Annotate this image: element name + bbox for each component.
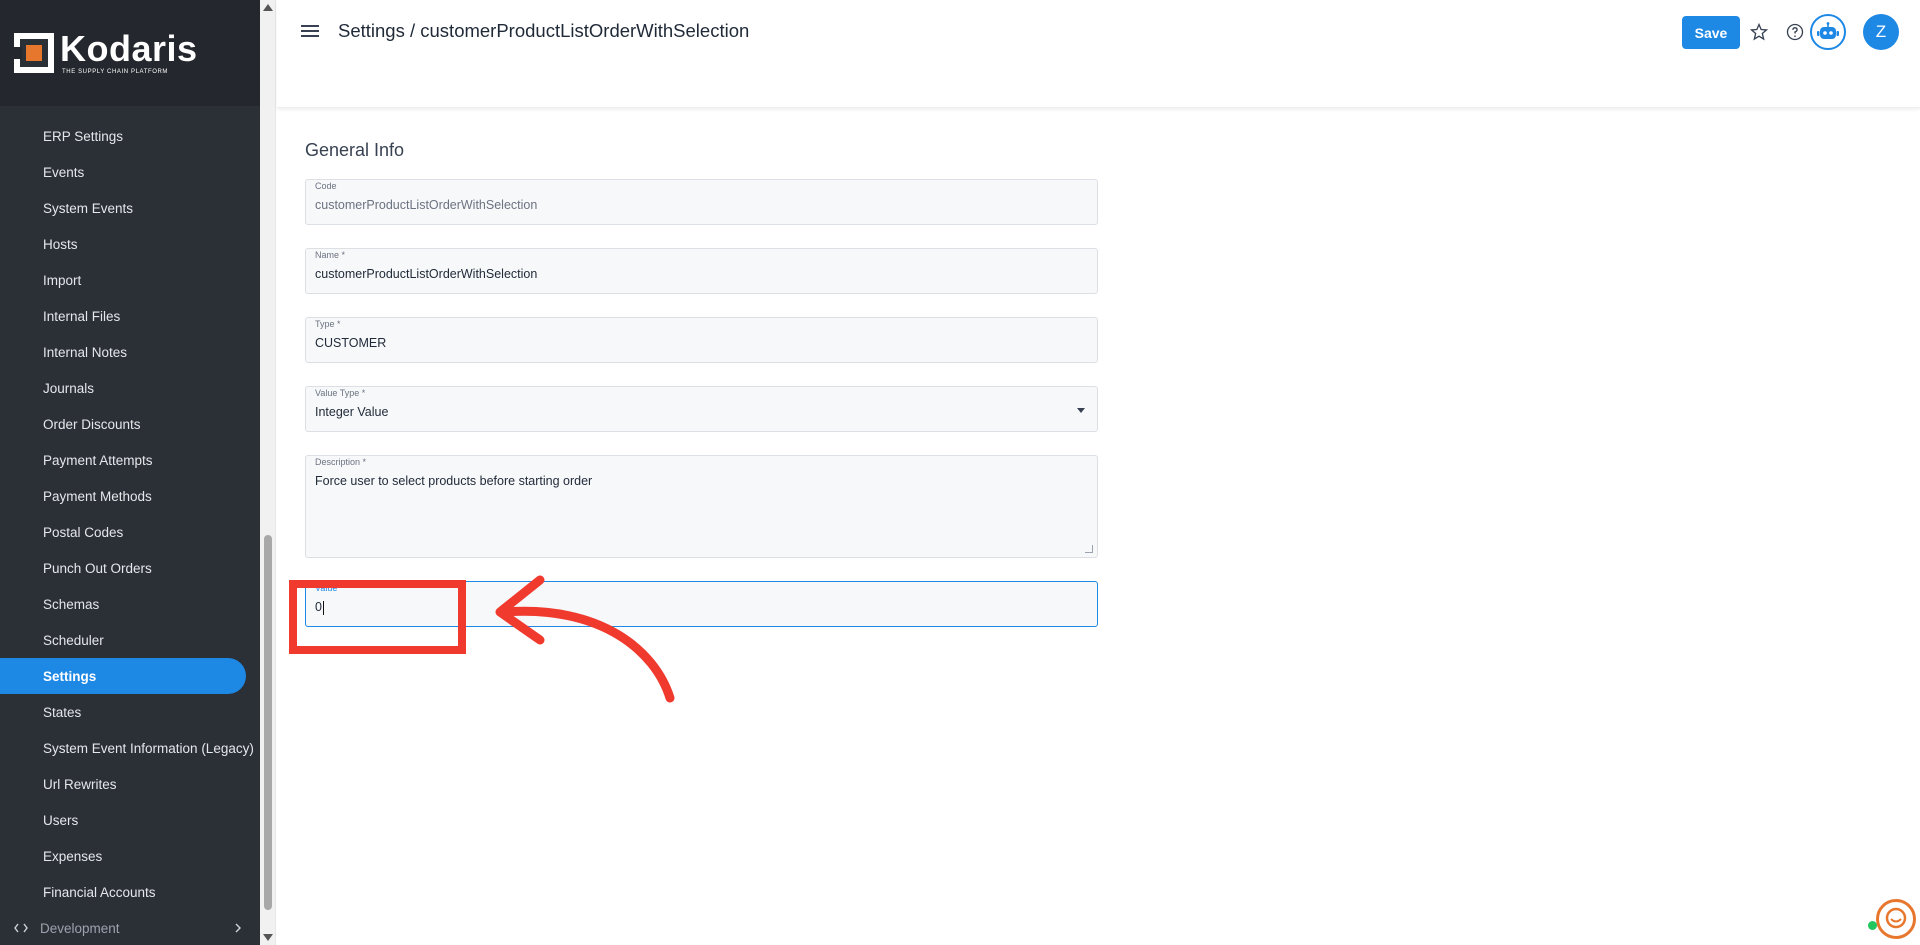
sidebar-item-label: System Events [43, 200, 134, 216]
sidebar-scrollbar[interactable] [260, 0, 276, 945]
field-label: Description * [315, 457, 367, 467]
sidebar-item-erp-settings[interactable]: ERP Settings [0, 118, 258, 154]
sidebar-item-internal-files[interactable]: Internal Files [0, 298, 258, 334]
chevron-right-icon [234, 921, 242, 936]
sidebar-item-label: Schemas [43, 596, 100, 612]
highlight-box [289, 580, 466, 654]
sidebar-item-label: Import [43, 272, 82, 288]
kodaris-logo-icon [14, 33, 54, 73]
bot-icon[interactable] [1810, 14, 1846, 50]
scrollbar-thumb[interactable] [264, 535, 272, 910]
section-title: General Info [305, 140, 405, 160]
sidebar-item-events[interactable]: Events [0, 154, 258, 190]
sidebar-item-label: Url Rewrites [43, 776, 117, 792]
field-value: Force user to select products before sta… [315, 474, 593, 488]
avatar[interactable]: Z [1863, 14, 1899, 50]
sidebar-item-punch-out-orders[interactable]: Punch Out Orders [0, 550, 258, 586]
sidebar-item-import[interactable]: Import [0, 262, 258, 298]
sidebar-item-label: Settings [43, 668, 97, 684]
field-value: CUSTOMER [315, 336, 387, 350]
brand-name: Kodaris [60, 28, 198, 69]
sidebar-item-label: Payment Methods [43, 488, 152, 504]
field-value: customerProductListOrderWithSelection [315, 198, 538, 212]
save-button[interactable]: Save [1682, 16, 1740, 49]
scroll-down-arrow-icon[interactable] [263, 934, 273, 941]
name-field[interactable]: Name * customerProductListOrderWithSelec… [305, 248, 1098, 294]
field-label: Name * [315, 250, 346, 260]
logo[interactable]: Kodaris THE SUPPLY CHAIN PLATFORM [0, 0, 260, 106]
sidebar-item-label: Events [43, 164, 85, 180]
sidebar-item-financial-accounts[interactable]: Financial Accounts [0, 874, 258, 910]
resize-handle-icon[interactable] [1085, 545, 1093, 553]
sidebar-item-label: Users [43, 812, 79, 828]
code-field[interactable]: Code customerProductListOrderWithSelecti… [305, 179, 1098, 225]
description-textarea[interactable]: Description * Force user to select produ… [305, 455, 1098, 558]
app-root: Kodaris THE SUPPLY CHAIN PLATFORM ERP Se… [0, 0, 1920, 945]
sidebar-item-label: ERP Settings [43, 128, 124, 144]
sidebar-item-label: Payment Attempts [43, 452, 153, 468]
sidebar-nav: ERP Settings Events System Events Hosts … [0, 118, 258, 945]
sidebar-item-label: Postal Codes [43, 524, 124, 540]
sidebar-group-development[interactable]: Development [0, 910, 258, 945]
settings-form: General Info Code customerProductListOrd… [305, 140, 1098, 650]
sidebar-item-payment-methods[interactable]: Payment Methods [0, 478, 258, 514]
sidebar: Kodaris THE SUPPLY CHAIN PLATFORM ERP Se… [0, 0, 260, 945]
field-value: Integer Value [315, 405, 389, 419]
sidebar-item-label: Financial Accounts [43, 884, 156, 900]
field-label: Type * [315, 319, 341, 329]
sidebar-item-hosts[interactable]: Hosts [0, 226, 258, 262]
scroll-up-arrow-icon[interactable] [263, 4, 273, 11]
field-value: customerProductListOrderWithSelection [315, 267, 538, 281]
type-field[interactable]: Type * CUSTOMER [305, 317, 1098, 363]
sidebar-item-settings[interactable]: Settings [0, 658, 246, 694]
sidebar-item-payment-attempts[interactable]: Payment Attempts [0, 442, 258, 478]
sidebar-item-label: Punch Out Orders [43, 560, 152, 576]
sidebar-item-postal-codes[interactable]: Postal Codes [0, 514, 258, 550]
dropdown-caret-icon[interactable] [1077, 408, 1085, 413]
sidebar-item-order-discounts[interactable]: Order Discounts [0, 406, 258, 442]
sidebar-item-url-rewrites[interactable]: Url Rewrites [0, 766, 258, 802]
sidebar-item-label: Order Discounts [43, 416, 141, 432]
sidebar-item-label: Internal Notes [43, 344, 128, 360]
top-header: Settings / customerProductListOrderWithS… [277, 0, 1920, 108]
sidebar-item-schemas[interactable]: Schemas [0, 586, 258, 622]
sidebar-item-expenses[interactable]: Expenses [0, 838, 258, 874]
sidebar-item-label: Hosts [43, 236, 78, 252]
sidebar-item-scheduler[interactable]: Scheduler [0, 622, 258, 658]
menu-icon[interactable] [299, 22, 321, 44]
code-icon [14, 921, 28, 936]
sidebar-item-system-events[interactable]: System Events [0, 190, 258, 226]
sidebar-item-journals[interactable]: Journals [0, 370, 258, 406]
star-icon[interactable] [1747, 20, 1771, 44]
sidebar-item-label: Expenses [43, 848, 103, 864]
sidebar-item-label: System Event Information (Legacy) [43, 740, 254, 756]
chat-widget-icon[interactable] [1876, 899, 1916, 939]
sidebar-item-internal-notes[interactable]: Internal Notes [0, 334, 258, 370]
sidebar-item-users[interactable]: Users [0, 802, 258, 838]
sidebar-item-system-event-information-legacy[interactable]: System Event Information (Legacy) [0, 730, 258, 766]
curved-arrow-icon [495, 575, 675, 703]
sidebar-item-label: Development [40, 920, 120, 936]
sidebar-item-label: Scheduler [43, 632, 104, 648]
field-label: Code [315, 181, 337, 191]
help-icon[interactable] [1783, 20, 1807, 44]
brand-tagline: THE SUPPLY CHAIN PLATFORM [62, 69, 169, 75]
sidebar-item-label: States [43, 704, 82, 720]
sidebar-item-label: Internal Files [43, 308, 121, 324]
field-label: Value Type * [315, 388, 366, 398]
page-title: Settings / customerProductListOrderWithS… [338, 20, 750, 41]
sidebar-item-states[interactable]: States [0, 694, 258, 730]
value-type-select[interactable]: Value Type * Integer Value [305, 386, 1098, 432]
sidebar-item-label: Journals [43, 380, 95, 396]
online-status-dot [1868, 921, 1877, 930]
